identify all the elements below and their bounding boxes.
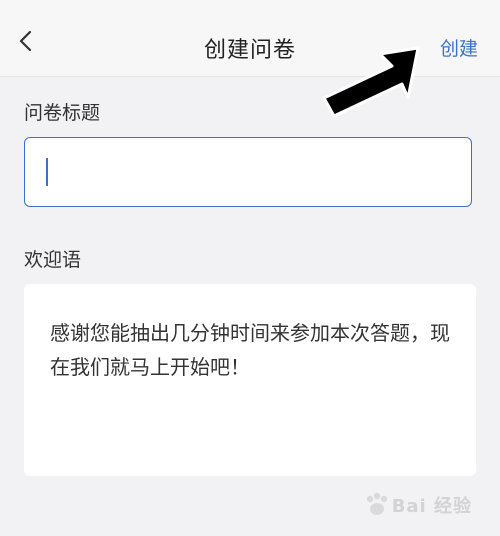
watermark-text: Bai 经验 — [391, 496, 472, 517]
welcome-text: 感谢您能抽出几分钟时间来参加本次答题，现在我们就马上开始吧！ — [50, 321, 450, 379]
title-field-wrapper — [24, 137, 472, 207]
title-label: 问卷标题 — [24, 102, 101, 124]
paw-icon — [366, 492, 387, 515]
welcome-label: 欢迎语 — [24, 249, 82, 271]
title-input[interactable] — [25, 138, 471, 206]
create-button[interactable]: 创建 — [440, 34, 478, 61]
arrow-icon — [322, 46, 420, 118]
welcome-textarea[interactable]: 感谢您能抽出几分钟时间来参加本次答题，现在我们就马上开始吧！ — [24, 284, 476, 476]
text-caret — [46, 158, 48, 186]
watermark: Bai 经验 — [362, 490, 472, 520]
